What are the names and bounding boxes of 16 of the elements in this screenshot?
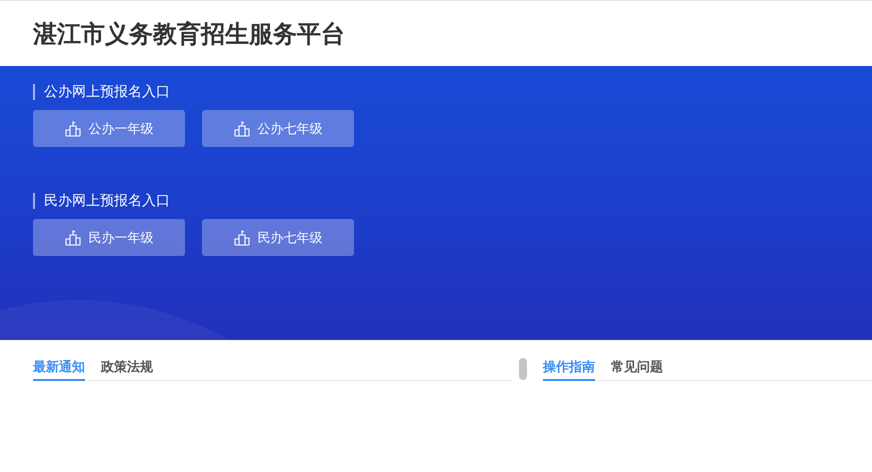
building-icon [64, 230, 80, 246]
grade-button[interactable]: 民办七年级 [202, 219, 354, 256]
grade-button[interactable]: 民办一年级 [33, 219, 185, 256]
grade-button[interactable]: 公办一年级 [33, 110, 185, 147]
tab[interactable]: 常见问题 [610, 358, 663, 381]
section-title: 公办网上预报名入口 [33, 84, 839, 100]
tab[interactable]: 最新通知 [33, 358, 85, 381]
building-icon [64, 120, 80, 136]
site-title: 湛江市义务教育招生服务平台 [33, 18, 345, 50]
scrollbar-thumb[interactable] [518, 358, 527, 380]
section-title: 民办网上预报名入口 [33, 193, 839, 209]
building-icon [234, 120, 250, 136]
building-icon [234, 230, 250, 246]
tab[interactable]: 操作指南 [542, 358, 595, 381]
tab[interactable]: 政策法规 [101, 358, 153, 381]
grade-button[interactable]: 公办七年级 [202, 110, 354, 147]
